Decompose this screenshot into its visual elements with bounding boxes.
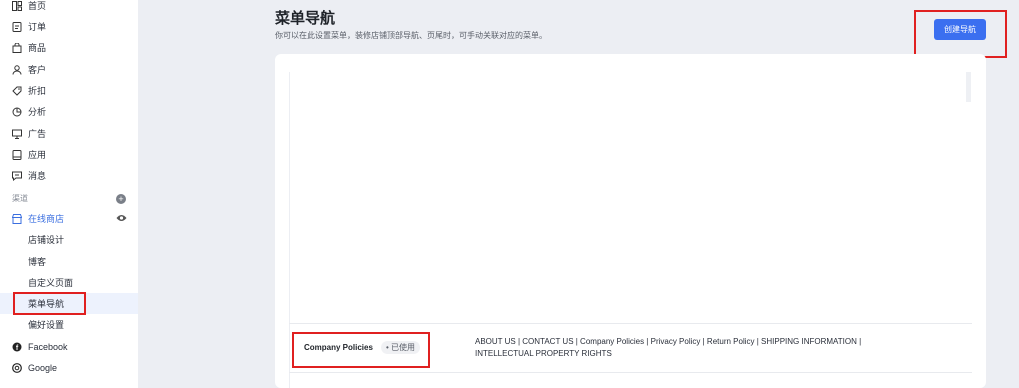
page-title: 菜单导航 [275,10,336,27]
monitor-icon [12,129,22,139]
sidebar: 首页 订单 商品 客户 折扣 分析 广告 应用 消息 渠道 + 在线商店 店铺设… [0,0,138,388]
user-icon [12,64,22,75]
sidebar-subitem-label: 自定义页面 [28,278,74,288]
sidebar-item-label: 应用 [28,150,47,160]
sidebar-subitem-label: 偏好设置 [28,320,65,330]
sidebar-subitem-label: 博客 [28,257,47,267]
order-icon [12,21,22,32]
sidebar-subitem-custom-pages[interactable]: 自定义页面 [0,272,138,293]
sidebar-item-label: 订单 [28,22,47,32]
sidebar-item-label: 分析 [28,107,47,117]
sidebar-item-google[interactable]: Google [0,357,138,378]
sidebar-subitem-blog[interactable]: 博客 [0,251,138,272]
divider [289,323,972,324]
sidebar-item-analytics[interactable]: 分析 [0,101,138,122]
status-badge: • 已使用 [381,341,421,354]
sidebar-item-label: 商品 [28,43,47,53]
channels-label: 渠道 [12,194,28,203]
sidebar-subitem-preferences[interactable]: 偏好设置 [0,314,138,335]
menu-items-list: ABOUT US | CONTACT US | Company Policies… [475,337,862,358]
store-icon [12,213,22,224]
sidebar-subitem-menu-navigation[interactable]: 菜单导航 [0,293,138,314]
sidebar-item-discounts[interactable]: 折扣 [0,80,138,101]
sidebar-item-facebook[interactable]: f Facebook [0,336,138,357]
sidebar-item-label: 消息 [28,171,47,181]
sidebar-item-label: 广告 [28,129,47,139]
app-icon [12,149,22,160]
eye-icon[interactable] [116,214,127,222]
sidebar-subitem-store-design[interactable]: 店铺设计 [0,229,138,250]
divider [289,372,972,373]
sidebar-item-label: 在线商店 [28,214,65,224]
bag-icon [12,42,22,53]
menu-name[interactable]: Company Policies [304,343,373,352]
sidebar-item-messages[interactable]: 消息 [0,165,138,186]
message-icon [12,171,22,181]
create-navigation-button[interactable]: 创建导航 [934,19,986,40]
tag-icon [12,86,22,96]
sidebar-item-label: 客户 [28,65,47,75]
google-icon [12,362,22,373]
sidebar-item-products[interactable]: 商品 [0,37,138,58]
sidebar-item-home[interactable]: 首页 [0,0,138,16]
sidebar-subitem-label: 店铺设计 [28,235,65,245]
dashboard-icon [12,0,22,11]
add-channel-icon[interactable]: + [116,194,126,204]
facebook-icon: f [12,342,22,352]
scrollbar[interactable] [966,72,971,102]
sidebar-item-ads[interactable]: 广告 [0,123,138,144]
sidebar-item-label: Facebook [28,341,68,352]
sidebar-item-customers[interactable]: 客户 [0,59,138,80]
sidebar-item-label: 折扣 [28,86,47,96]
sidebar-subitem-label: 菜单导航 [28,299,65,309]
page-description: 你可以在此设置菜单，装修店铺顶部导航、页尾时，可手动关联对应的菜单。 [275,31,547,40]
chart-icon [12,107,22,117]
sidebar-item-label: Google [28,362,58,373]
sidebar-item-orders[interactable]: 订单 [0,16,138,37]
sidebar-item-label: 首页 [28,1,47,11]
sidebar-item-apps[interactable]: 应用 [0,144,138,165]
